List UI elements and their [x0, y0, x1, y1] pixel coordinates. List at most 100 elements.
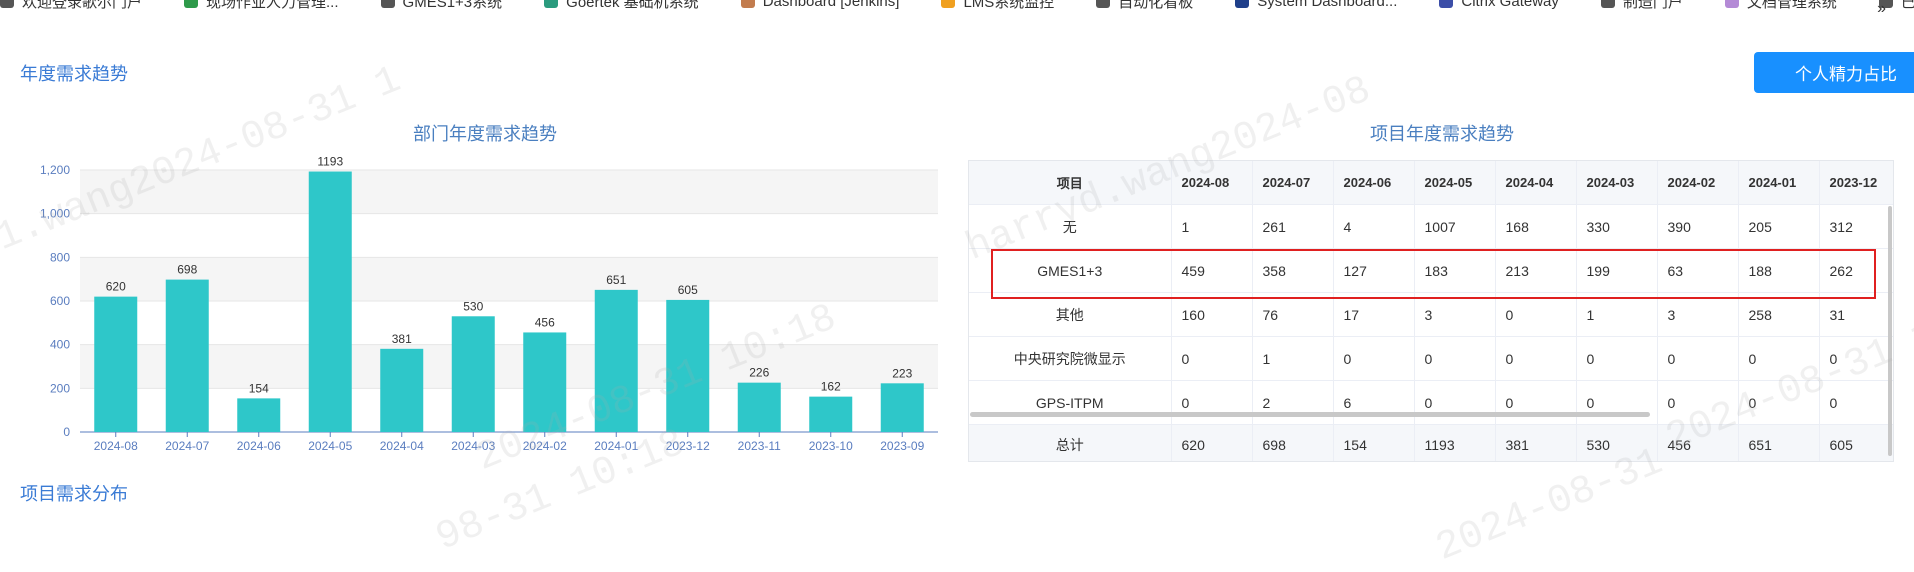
table-cell: 0 — [1657, 336, 1739, 381]
x-tick-label: 2024-07 — [165, 439, 209, 453]
bar — [380, 348, 424, 432]
table-cell: 262 — [1819, 248, 1893, 293]
x-tick-label: 2023-10 — [809, 439, 853, 453]
dept-trend-bar-chart: 0 200 400 600 800 1,000 1,200 620 2024-08 698 2024… — [40, 155, 938, 453]
table-cell: 0 — [1171, 336, 1253, 381]
x-tick-label: 2023-09 — [880, 439, 924, 453]
table-header-row: 项目 2024-08 2024-07 2024-06 2024-05 2024-04 202… — [969, 161, 1893, 205]
personal-effort-button[interactable]: 个人精力占比 — [1754, 52, 1914, 93]
bookmark-item[interactable]: Dashboard [Jenkins] — [740, 0, 899, 10]
table-cell: 0 — [1576, 380, 1658, 425]
column-header-month[interactable]: 2024-08 — [1171, 161, 1253, 205]
bookmark-label: System Dashboard... — [1257, 0, 1398, 10]
grid-band — [80, 170, 938, 214]
table-cell: 213 — [1495, 248, 1577, 293]
bookmark-label: GMES1+3系统 — [402, 0, 503, 10]
table-cell: 0 — [1414, 380, 1496, 425]
bookmark-label: Citrix Gateway — [1461, 0, 1559, 10]
bar — [666, 299, 710, 432]
data-label: 456 — [535, 315, 555, 329]
bar — [165, 279, 209, 432]
bookmark-label: 已导入 — [1900, 0, 1914, 10]
vertical-scrollbar[interactable] — [1888, 206, 1892, 456]
table-cell: 1007 — [1414, 204, 1496, 249]
bookmark-label: 制造门户 — [1622, 0, 1683, 10]
column-header-project[interactable]: 项目 — [969, 161, 1172, 205]
column-header-month[interactable]: 2024-05 — [1414, 161, 1496, 205]
table-cell: 160 — [1171, 292, 1253, 337]
leaf-icon — [184, 0, 199, 8]
table-cell: 1 — [1252, 336, 1334, 381]
table-cell: 154 — [1333, 424, 1415, 461]
bookmark-label: 现场作业人力管理... — [206, 0, 339, 10]
table-cell: 0 — [1576, 336, 1658, 381]
row-label: 其他 — [969, 292, 1172, 337]
loop-icon — [380, 0, 395, 8]
data-label: 162 — [821, 380, 841, 394]
table-cell: 205 — [1738, 204, 1820, 249]
data-label: 605 — [678, 283, 698, 297]
table-row: GPS-ITPM 0 2 6 0 0 0 0 0 0 — [969, 380, 1893, 425]
column-header-month[interactable]: 2024-02 — [1657, 161, 1739, 205]
table-cell: 0 — [1657, 380, 1739, 425]
row-label: 总计 — [969, 424, 1172, 461]
row-label: 无 — [969, 204, 1172, 249]
bookmark-item[interactable]: Citrix Gateway — [1439, 0, 1559, 10]
x-tick-label: 2024-06 — [237, 439, 281, 453]
data-label: 223 — [892, 366, 912, 380]
bookmark-item[interactable]: 现场作业人力管理... — [184, 0, 339, 10]
column-header-month[interactable]: 2023-12 — [1819, 161, 1893, 205]
column-header-month[interactable]: 2024-03 — [1576, 161, 1658, 205]
bar — [523, 332, 567, 432]
table-cell: 620 — [1171, 424, 1253, 461]
table-cell: 605 — [1819, 424, 1893, 461]
table-cell: 459 — [1171, 248, 1253, 293]
column-header-month[interactable]: 2024-01 — [1738, 161, 1820, 205]
table-cell: 1 — [1576, 292, 1658, 337]
data-label: 226 — [749, 366, 769, 380]
jenkins-icon — [740, 0, 755, 8]
horizontal-scrollbar[interactable] — [970, 412, 1650, 417]
table-row: 中央研究院微显示 0 1 0 0 0 0 0 0 0 — [969, 336, 1893, 381]
table-cell: 4 — [1333, 204, 1415, 249]
table-cell: 0 — [1333, 336, 1415, 381]
column-header-month[interactable]: 2024-06 — [1333, 161, 1415, 205]
table-row: GMES1+3 459 358 127 183 213 199 63 188 262 — [969, 248, 1893, 293]
x-tick-label: 2024-04 — [380, 439, 424, 453]
dept-chart-title: 部门年度需求趋势 — [413, 124, 557, 144]
bookmark-item[interactable]: LMS系统监控 — [941, 0, 1054, 10]
table-cell: 0 — [1819, 380, 1893, 425]
y-tick-label: 1,200 — [40, 163, 70, 177]
table-cell: 651 — [1738, 424, 1820, 461]
table-row: 无 1 261 4 1007 168 330 390 205 312 — [969, 204, 1893, 249]
table-cell: 0 — [1819, 336, 1893, 381]
bookmark-item[interactable]: Goertek 基础机系统 — [544, 0, 699, 10]
table-cell: 261 — [1252, 204, 1334, 249]
data-label: 698 — [177, 263, 197, 277]
bookmark-item[interactable]: 制造门户 — [1600, 0, 1683, 10]
bookmarks-overflow-button[interactable]: » — [1877, 0, 1886, 18]
project-table-title: 项目年度需求趋势 — [1370, 124, 1514, 144]
bookmark-item[interactable]: 自动化看板 — [1096, 0, 1193, 10]
table-cell: 0 — [1414, 336, 1496, 381]
citrix-icon — [1439, 0, 1454, 8]
gear-icon — [941, 0, 956, 8]
bookmark-item[interactable]: GMES1+3系统 — [380, 0, 503, 10]
table-cell: 530 — [1576, 424, 1658, 461]
bookmark-item[interactable]: 欢迎登录歌尔门户 — [0, 0, 142, 10]
column-header-month[interactable]: 2024-07 — [1252, 161, 1334, 205]
table-cell: 17 — [1333, 292, 1415, 337]
section-title-project-distribution: 项目需求分布 — [20, 484, 128, 504]
table-cell: 127 — [1333, 248, 1415, 293]
table-cell: 381 — [1495, 424, 1577, 461]
table-cell: 358 — [1252, 248, 1334, 293]
row-label: GPS-ITPM — [969, 380, 1172, 425]
table-cell: 0 — [1495, 336, 1577, 381]
table-cell: 0 — [1495, 292, 1577, 337]
bookmark-label: Goertek 基础机系统 — [566, 0, 699, 10]
column-header-month[interactable]: 2024-04 — [1495, 161, 1577, 205]
bookmark-item[interactable]: System Dashboard... — [1235, 0, 1397, 10]
table-cell: 63 — [1657, 248, 1739, 293]
bookmark-item[interactable]: 文档管理系统 — [1724, 0, 1837, 10]
y-tick-label: 200 — [50, 381, 70, 395]
